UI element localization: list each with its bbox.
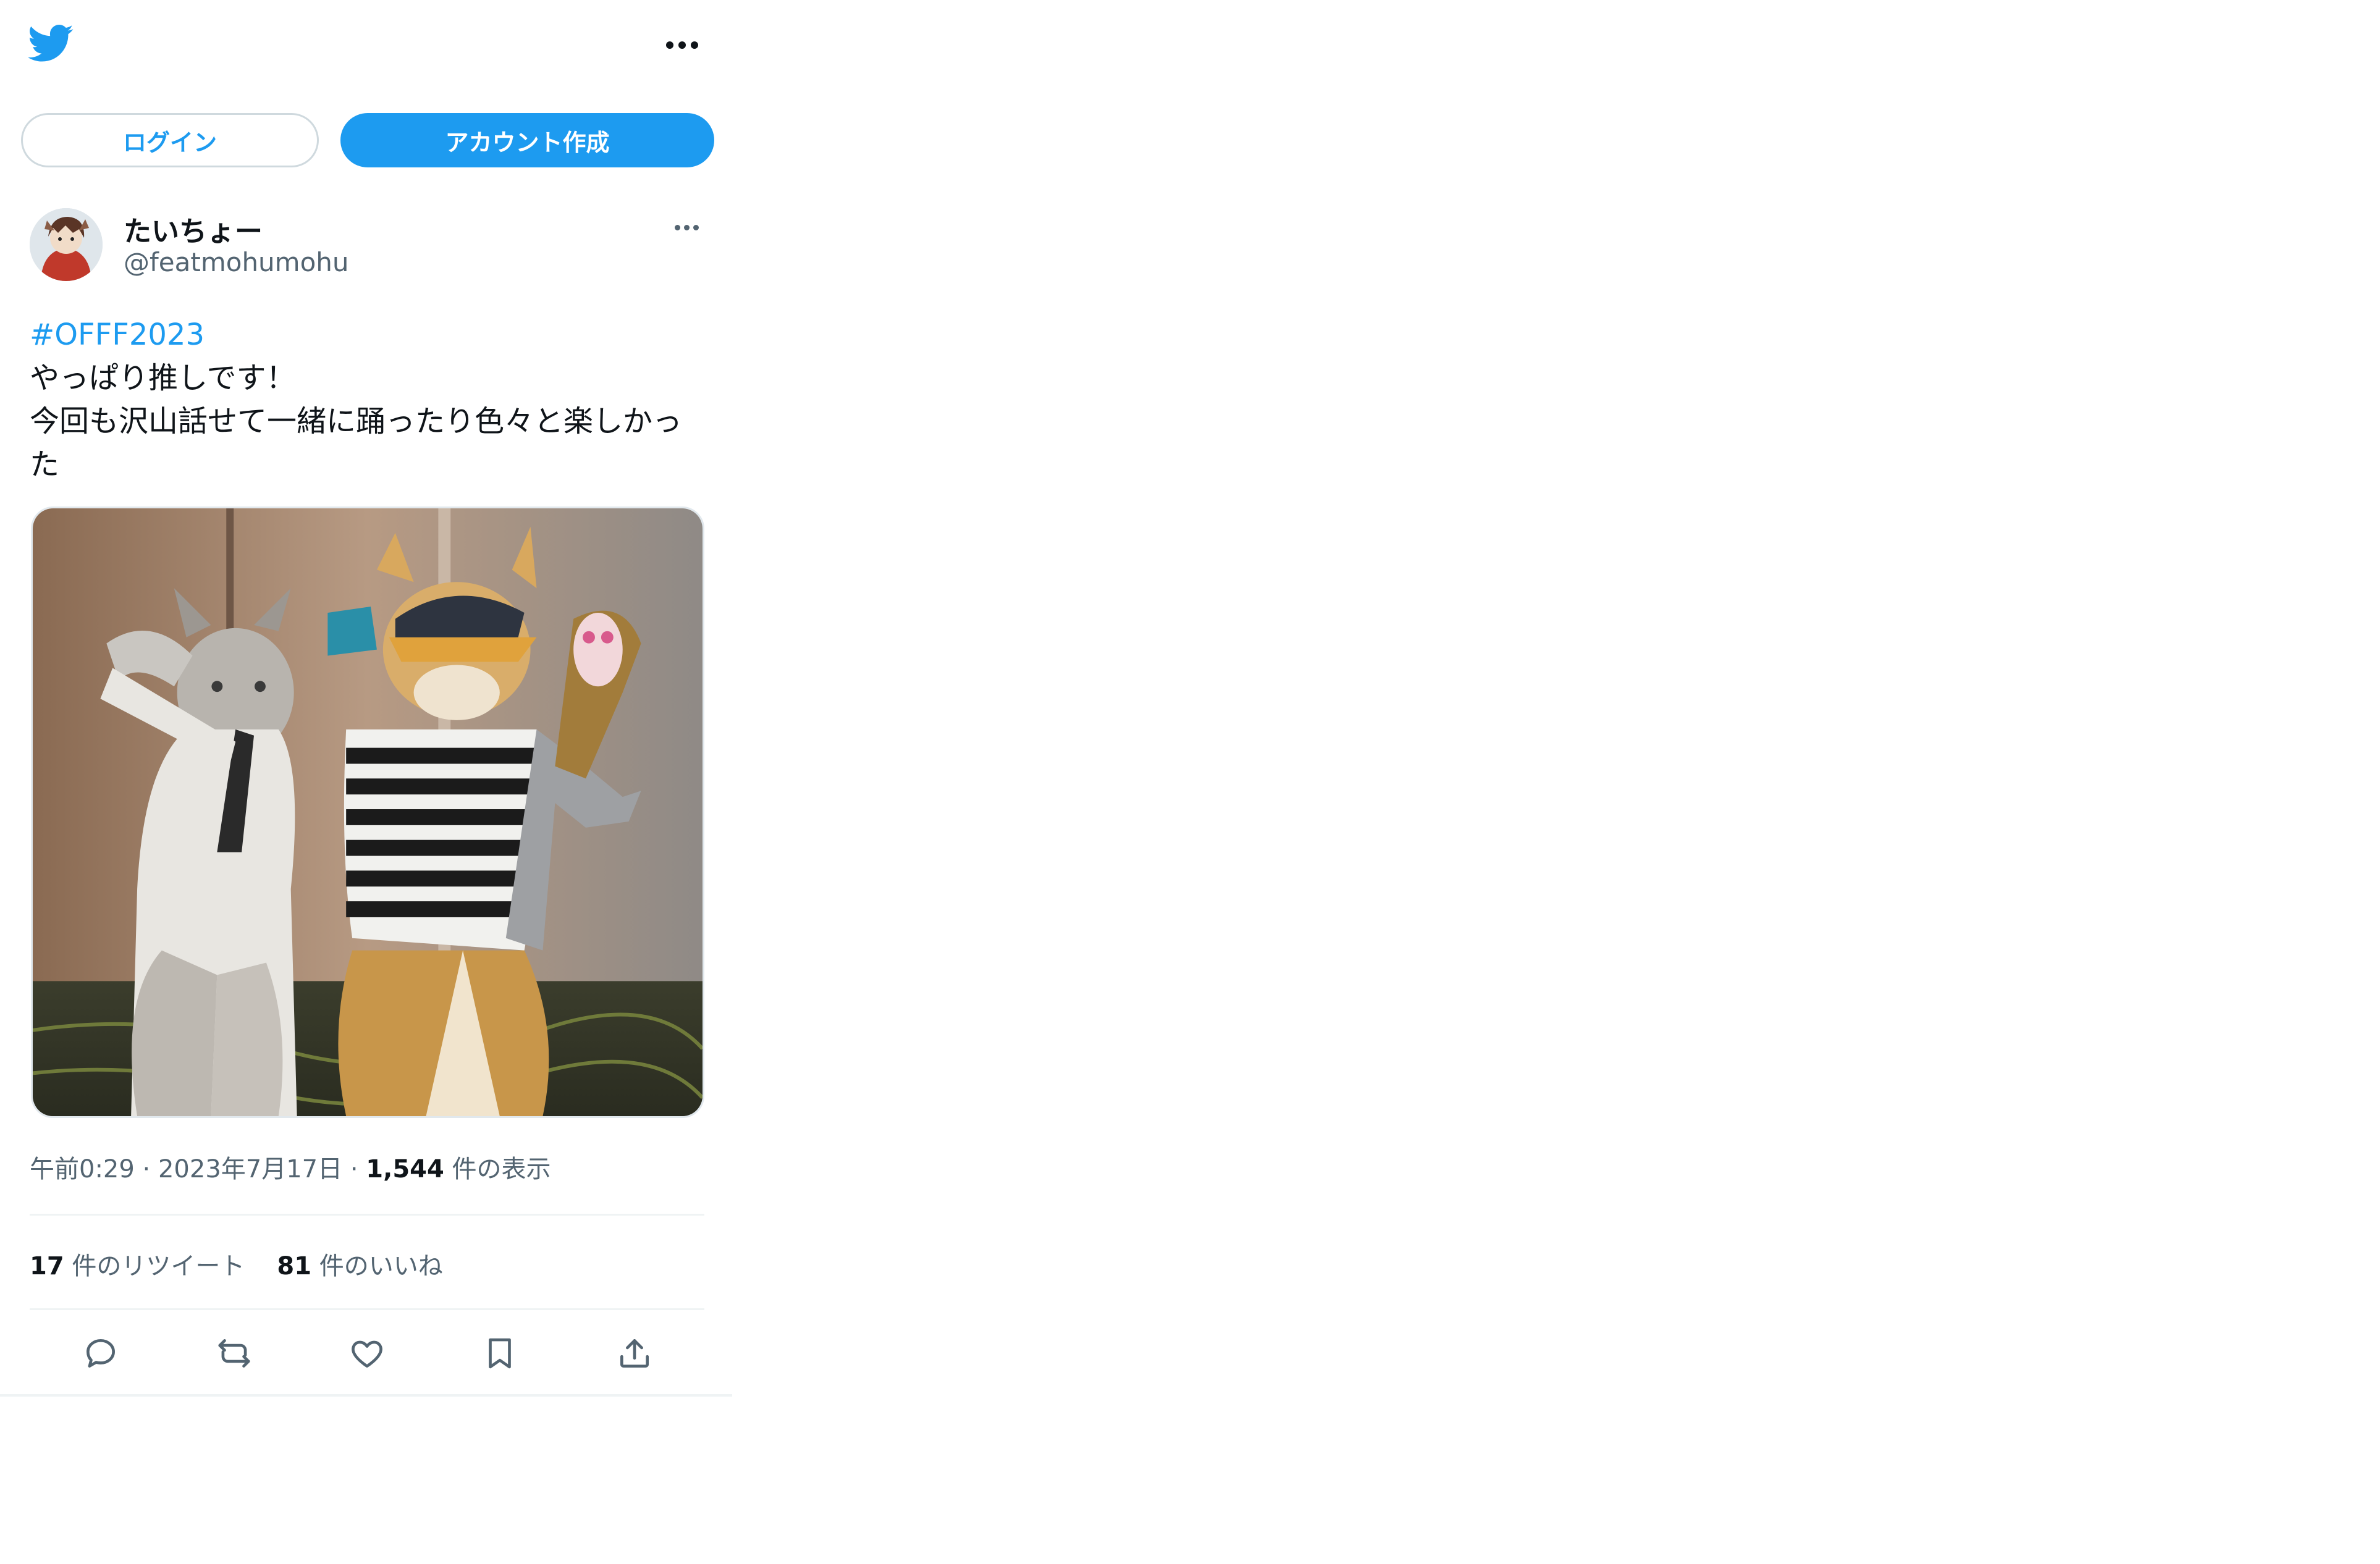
more-horizontal-icon[interactable]: [666, 41, 698, 49]
meta-separator: ·: [350, 1155, 358, 1184]
likes-stat[interactable]: 81 件のいいね: [277, 1252, 442, 1280]
hashtag-link[interactable]: #OFFF2023: [30, 313, 205, 356]
likes-count: 81: [277, 1252, 312, 1280]
page: ログイン アカウント作成 たいちょー @featmohumohu #OFFF20…: [0, 0, 2380, 1564]
retweets-label: 件のリツイート: [72, 1252, 245, 1280]
retweets-count: 17: [30, 1252, 64, 1280]
retweets-stat[interactable]: 17 件のリツイート: [30, 1252, 245, 1280]
tweet-time[interactable]: 午前0:29: [30, 1155, 135, 1184]
menu-dot: [684, 224, 690, 230]
views-label: 件の表示: [452, 1155, 551, 1184]
menu-dot: [691, 41, 698, 49]
divider: [30, 1308, 704, 1310]
login-button[interactable]: ログイン: [21, 113, 319, 167]
author-display-name[interactable]: たいちょー: [124, 209, 263, 249]
signup-button[interactable]: アカウント作成: [340, 113, 714, 167]
menu-dot: [678, 41, 686, 49]
share-icon[interactable]: [615, 1334, 654, 1373]
tweet-text-line: 今回も沢山話せて一緒に踊ったり色々と楽しかっ: [30, 404, 683, 439]
bookmark-icon[interactable]: [481, 1334, 519, 1373]
tweet-text-line: た: [30, 447, 60, 482]
avatar[interactable]: [30, 208, 103, 281]
tweet-date[interactable]: 2023年7月17日: [158, 1155, 342, 1184]
tweet-stats: 17 件のリツイート 81 件のいいね: [30, 1246, 443, 1282]
tweet-meta: 午前0:29 · 2023年7月17日 · 1,544 件の表示: [30, 1149, 551, 1185]
likes-label: 件のいいね: [319, 1252, 443, 1280]
tweet-photo[interactable]: [31, 507, 704, 1118]
views-count: 1,544: [366, 1155, 444, 1184]
retweet-icon[interactable]: [215, 1334, 253, 1373]
reply-icon[interactable]: [82, 1334, 120, 1373]
menu-dot: [693, 224, 699, 230]
heart-icon[interactable]: [348, 1334, 386, 1373]
meta-separator: ·: [142, 1155, 151, 1184]
more-horizontal-icon[interactable]: [675, 224, 701, 230]
divider: [30, 1214, 704, 1216]
tweet-card: ログイン アカウント作成 たいちょー @featmohumohu #OFFF20…: [0, 0, 732, 1397]
tweet-text-line: やっぱり推しです！: [30, 361, 296, 395]
twitter-bird-icon[interactable]: [27, 25, 74, 63]
menu-dot: [675, 224, 680, 230]
menu-dot: [666, 41, 673, 49]
author-handle[interactable]: @featmohumohu: [124, 247, 349, 277]
